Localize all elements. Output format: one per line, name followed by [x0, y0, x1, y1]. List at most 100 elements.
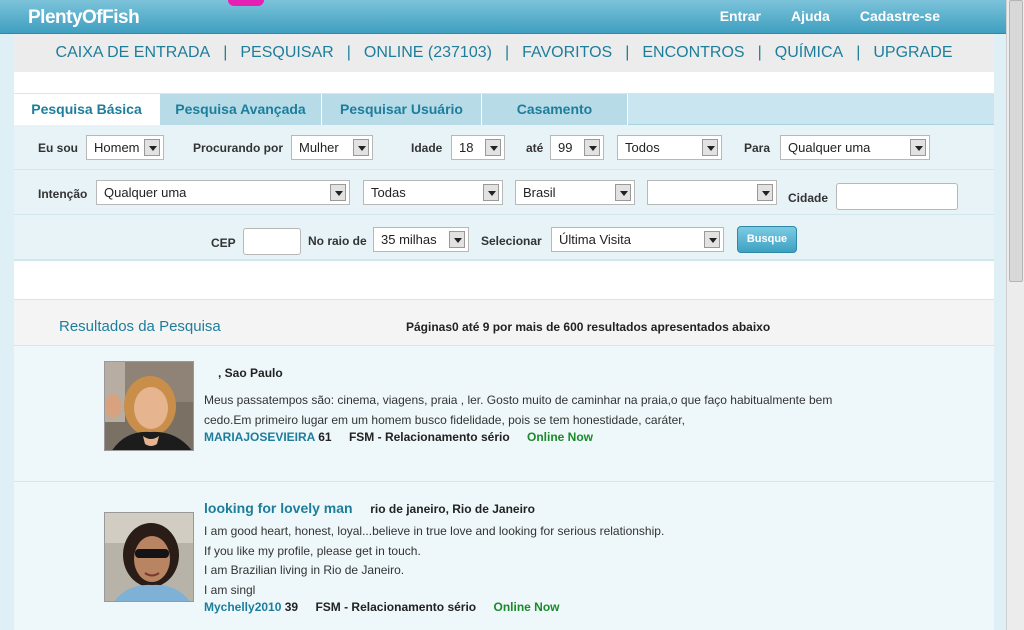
nav-chemistry[interactable]: QUÍMICA	[775, 44, 843, 62]
nav-separator: |	[346, 44, 351, 61]
pink-accent-tab	[228, 0, 264, 6]
chevron-down-icon	[704, 231, 720, 248]
i-am-label: Eu sou	[38, 141, 79, 155]
nav-separator: |	[223, 44, 228, 61]
online-status: Online Now	[527, 430, 593, 444]
nav-search[interactable]: PESQUISAR	[240, 44, 333, 62]
profile-intent: FSM - Relacionamento sério	[315, 600, 477, 614]
nav-online[interactable]: ONLINE (237103)	[364, 44, 492, 62]
form-row-3: CEP No raio de 35 milhas Selecionar Últi…	[14, 215, 994, 260]
search-form: Eu sou Homem Procurando por Mulher Idade…	[14, 125, 994, 260]
region-select[interactable]	[647, 180, 777, 205]
tab-basic-search[interactable]: Pesquisa Básica	[14, 94, 160, 125]
results-title: Resultados da Pesquisa	[59, 318, 221, 335]
chevron-down-icon	[615, 184, 631, 201]
search-tabs: Pesquisa Básica Pesquisa Avançada Pesqui…	[14, 94, 994, 125]
country-select[interactable]: Brasil	[515, 180, 635, 205]
seeking-select[interactable]: Mulher	[291, 135, 373, 160]
radius-select[interactable]: 35 milhas	[373, 227, 469, 252]
i-am-select[interactable]: Homem	[86, 135, 164, 160]
avatar[interactable]	[104, 512, 194, 602]
page-scrollbar[interactable]	[1006, 0, 1024, 630]
nav-meetme[interactable]: ENCONTROS	[642, 44, 744, 62]
country-value: Brasil	[523, 185, 556, 200]
result-header: , Sao Paulo	[204, 364, 283, 380]
state-value: Todas	[371, 185, 406, 200]
chevron-down-icon	[483, 184, 499, 201]
sort-select[interactable]: Última Visita	[551, 227, 724, 252]
avatar[interactable]	[104, 361, 194, 451]
page-content: CAIXA DE ENTRADA | PESQUISAR | ONLINE (2…	[14, 34, 994, 630]
city-input[interactable]	[836, 183, 958, 210]
radius-label: No raio de	[308, 234, 367, 248]
description-line: If you like my profile, please get in to…	[204, 543, 421, 558]
profile-photo	[105, 513, 193, 601]
ethnicity-select[interactable]: Todos	[617, 135, 722, 160]
logo[interactable]: PlentyOfFish	[28, 7, 140, 29]
search-button[interactable]: Busque	[737, 226, 797, 253]
tab-marriage[interactable]: Casamento	[482, 94, 628, 125]
result-footer: MARIAJOSEVIEIRA 61 FSM - Relacionamento …	[204, 430, 593, 444]
help-link[interactable]: Ajuda	[791, 8, 830, 24]
tab-user-search[interactable]: Pesquisar Usuário	[322, 94, 482, 125]
tab-advanced-search[interactable]: Pesquisa Avançada	[160, 94, 322, 125]
for-select[interactable]: Qualquer uma	[780, 135, 930, 160]
chevron-down-icon	[353, 139, 369, 156]
nav-upgrade[interactable]: UPGRADE	[873, 44, 952, 62]
radius-value: 35 milhas	[381, 232, 437, 247]
form-spacer	[14, 260, 994, 300]
result-header: looking for lovely man rio de janeiro, R…	[204, 500, 535, 516]
age-max-select[interactable]: 99	[550, 135, 604, 160]
description-line: I am singl	[204, 582, 256, 597]
top-links: Entrar Ajuda Cadastre-se	[720, 8, 940, 24]
for-value: Qualquer uma	[788, 140, 871, 155]
city-label: Cidade	[788, 191, 829, 205]
to-label: até	[526, 141, 544, 155]
nav-gap	[14, 72, 994, 94]
scrollbar-thumb[interactable]	[1009, 0, 1023, 282]
state-select[interactable]: Todas	[363, 180, 503, 205]
i-am-value: Homem	[94, 140, 140, 155]
top-bar: PlentyOfFish Entrar Ajuda Cadastre-se	[0, 0, 1006, 34]
sort-value: Última Visita	[559, 232, 632, 247]
intent-value: Qualquer uma	[104, 185, 187, 200]
seeking-value: Mulher	[299, 140, 339, 155]
chevron-down-icon	[910, 139, 926, 156]
ethnicity-value: Todos	[625, 140, 660, 155]
description-line: I am Brazilian living in Rio de Janeiro.	[204, 563, 405, 577]
zip-input[interactable]	[243, 228, 301, 255]
age-min-select[interactable]: 18	[451, 135, 505, 160]
zip-label: CEP	[211, 236, 236, 250]
profile-headline[interactable]: looking for lovely man	[204, 500, 353, 516]
profile-description: Meus passatempos são: cinema, viagens, p…	[204, 391, 904, 430]
results-summary: Páginas0 até 9 por mais de 600 resultado…	[406, 320, 771, 334]
chevron-down-icon	[702, 139, 718, 156]
profile-username[interactable]: MARIAJOSEVIEIRA	[204, 430, 315, 444]
enter-link[interactable]: Entrar	[720, 8, 761, 24]
chevron-down-icon	[584, 139, 600, 156]
nav-separator: |	[625, 44, 630, 61]
profile-location: , Sao Paulo	[218, 366, 283, 380]
age-max-value: 99	[558, 140, 573, 155]
nav-separator: |	[856, 44, 861, 61]
signup-link[interactable]: Cadastre-se	[860, 8, 940, 24]
description-line: I am good heart, honest, loyal...believe…	[204, 524, 665, 538]
description-line: cedo.Em primeiro lugar em um homem busco…	[204, 412, 685, 427]
nav-favorites[interactable]: FAVORITOS	[522, 44, 612, 62]
sort-label: Selecionar	[481, 234, 542, 248]
profile-intent: FSM - Relacionamento sério	[348, 430, 510, 444]
main-nav: CAIXA DE ENTRADA | PESQUISAR | ONLINE (2…	[14, 34, 994, 72]
nav-separator: |	[504, 44, 510, 61]
form-row-1: Eu sou Homem Procurando por Mulher Idade…	[14, 125, 994, 170]
nav-separator: |	[757, 44, 762, 61]
intent-select[interactable]: Qualquer uma	[96, 180, 350, 205]
description-line: Meus passatempos são: cinema, viagens, p…	[204, 393, 833, 407]
results-header: Resultados da Pesquisa Páginas0 até 9 po…	[14, 300, 994, 346]
profile-description: I am good heart, honest, loyal...believe…	[204, 522, 904, 600]
nav-inbox[interactable]: CAIXA DE ENTRADA	[56, 44, 211, 62]
profile-username[interactable]: Mychelly2010	[204, 600, 281, 614]
online-status: Online Now	[493, 600, 560, 614]
chevron-down-icon	[144, 139, 160, 156]
profile-photo	[105, 362, 193, 450]
chevron-down-icon	[330, 184, 346, 201]
